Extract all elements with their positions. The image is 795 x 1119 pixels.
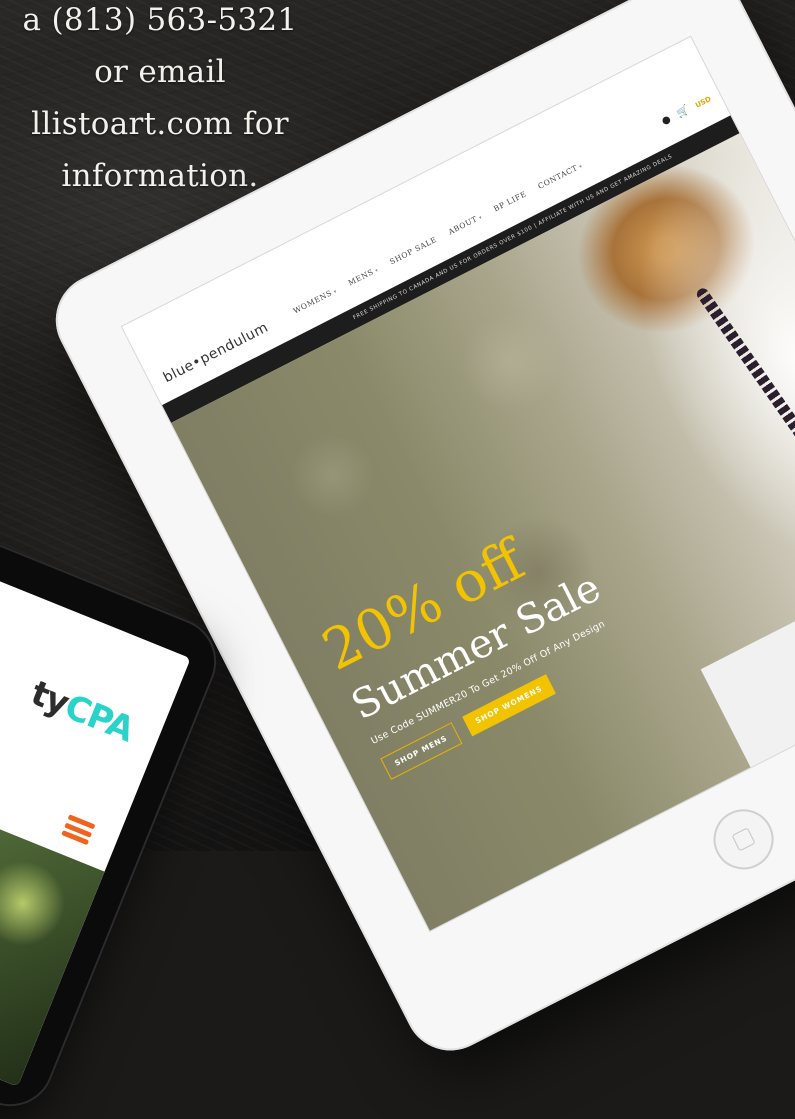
nav-womens[interactable]: WOMENS — [292, 286, 339, 315]
contact-or-email: or email — [94, 54, 226, 90]
header-icons: ● 🛒 USD — [660, 93, 713, 128]
cart-icon[interactable]: 🛒 — [675, 104, 691, 119]
phone-hero-photo — [0, 735, 105, 1087]
nav-bp-life[interactable]: BP LIFE — [492, 189, 528, 213]
contact-phone: a (813) 563-5321 — [22, 2, 298, 38]
phone-site-logo[interactable]: tyCPA — [25, 673, 139, 750]
nav-mens[interactable]: MENS — [347, 265, 380, 287]
user-icon[interactable]: ● — [660, 114, 673, 128]
nav-shop-sale[interactable]: SHOP SALE — [388, 235, 438, 266]
home-button-icon[interactable] — [703, 799, 784, 880]
bead-bracelet-image — [762, 666, 795, 787]
phone-logo-accent: CPA — [59, 686, 139, 751]
currency-selector[interactable]: USD — [694, 95, 712, 110]
nav-contact[interactable]: CONTACT — [536, 161, 583, 191]
contact-email-domain: llistoart.com for — [31, 106, 289, 142]
hamburger-menu-icon[interactable] — [61, 814, 96, 846]
nav-about[interactable]: ABOUT — [447, 212, 484, 236]
